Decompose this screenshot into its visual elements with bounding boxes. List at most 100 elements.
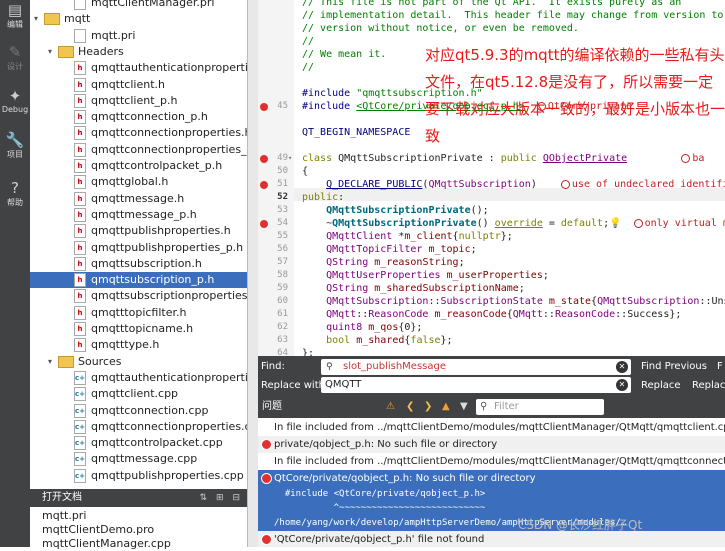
- find-previous-button[interactable]: Find Previous: [641, 361, 707, 372]
- issue-row[interactable]: private/qobject_p.h: No such file or dir…: [258, 436, 725, 453]
- tree-item[interactable]: h qmqtttopicfilter.h: [30, 305, 247, 321]
- expand-arrow-icon[interactable]: ▾: [48, 44, 58, 60]
- replace-button[interactable]: Replace: [641, 380, 681, 391]
- code-line[interactable]: //: [302, 61, 314, 74]
- build-issue-icon[interactable]: ▲: [442, 396, 450, 418]
- tree-item-label: qmqttconnectionproperties.h: [91, 126, 247, 140]
- code-line[interactable]: QMqttSubscriptionPrivate();: [302, 204, 489, 217]
- code-line[interactable]: class QMqttSubscriptionPrivate : public …: [302, 152, 704, 165]
- code-line[interactable]: // This file is not part of the Qt API. …: [302, 0, 681, 9]
- project-tree[interactable]: mqttClientManager.pri ▾ mqtt mqtt.pri ▾ Heade…: [30, 0, 247, 489]
- open-documents-list[interactable]: mqtt.pri mqttClientDemo.pro mqttClientMana…: [30, 507, 247, 550]
- tree-item[interactable]: h qmqttconnection_p.h: [30, 109, 247, 125]
- tree-item[interactable]: c+ qmqttcontrolpacket.cpp: [30, 435, 247, 451]
- next-issue-icon[interactable]: ❯: [424, 396, 432, 418]
- error-marker-icon[interactable]: [260, 181, 268, 189]
- tree-item[interactable]: h qmqtttype.h: [30, 337, 247, 353]
- code-line[interactable]: };: [302, 347, 314, 356]
- code-line[interactable]: QT_BEGIN_NAMESPACE: [302, 126, 410, 139]
- replace-all-button[interactable]: Replac: [692, 380, 725, 391]
- mode-3[interactable]: 🔧 项目: [0, 132, 30, 160]
- tree-item[interactable]: mqtt.pri: [30, 28, 247, 44]
- code-line[interactable]: QString m_sharedSubscriptionName;: [302, 282, 525, 295]
- expand-arrow-icon[interactable]: ▾: [48, 354, 58, 370]
- code-line[interactable]: public:: [302, 191, 344, 204]
- tree-item[interactable]: h qmqttsubscription_p.h: [30, 272, 247, 289]
- tree-item[interactable]: c+ qmqttconnection.cpp: [30, 403, 247, 419]
- warning-filter-icon[interactable]: ⚠: [386, 396, 395, 418]
- tree-item[interactable]: h qmqttmessage_p.h: [30, 207, 247, 223]
- file-icon: h: [74, 207, 86, 222]
- issue-row[interactable]: In file included from ../mqttClientDemo/…: [258, 453, 725, 470]
- code-line[interactable]: // version without notice, or even be re…: [302, 22, 579, 35]
- mode-4[interactable]: ? 帮助: [0, 180, 30, 208]
- fold-arrow-icon[interactable]: ▾: [288, 154, 292, 162]
- clear-find-icon[interactable]: ✕: [616, 361, 628, 373]
- tree-item[interactable]: h qmqttsubscriptionproperties.h: [30, 288, 247, 304]
- issues-list[interactable]: In file included from ../mqttClientDemo/…: [258, 418, 725, 547]
- code-line[interactable]: QMqttSubscription::SubscriptionState m_s…: [302, 295, 725, 308]
- issue-row[interactable]: In file included from ../mqttClientDemo/…: [258, 419, 725, 436]
- tree-item[interactable]: ▾ mqtt: [30, 11, 247, 27]
- tree-item[interactable]: c+ qmqttmessage.cpp: [30, 451, 247, 467]
- tree-item[interactable]: h qmqttconnectionproperties.h: [30, 125, 247, 141]
- tree-item[interactable]: c+ qmqttconnectionproperties.cpp: [30, 419, 247, 435]
- error-marker-icon[interactable]: [260, 220, 268, 228]
- open-documents-controls[interactable]: ⇅ ⊞ ⊟: [200, 489, 243, 507]
- tree-item[interactable]: h qmqtttopicname.h: [30, 321, 247, 337]
- open-document-item[interactable]: mqtt.pri: [30, 508, 259, 523]
- tree-item[interactable]: ▾ Headers: [30, 44, 247, 60]
- tree-item[interactable]: h qmqttclient.h: [30, 77, 247, 93]
- tree-item[interactable]: h qmqttmessage.h: [30, 191, 247, 207]
- issue-row[interactable]: 'QtCore/private/qobject_p.h' file not fo…: [258, 531, 725, 547]
- tree-item[interactable]: h qmqttclient_p.h: [30, 93, 247, 109]
- tree-item[interactable]: h qmqttglobal.h: [30, 174, 247, 190]
- issue-row[interactable]: QtCore/private/qobject_p.h: No such file…: [258, 470, 725, 487]
- code-line[interactable]: QMqttClient *m_client{nullptr};: [302, 230, 513, 243]
- issue-row[interactable]: #include <QtCore/private/qobject_p.h>: [258, 487, 725, 502]
- open-document-item[interactable]: mqttClientManager.cpp: [30, 536, 259, 551]
- code-line[interactable]: QMqttTopicFilter m_topic;: [302, 243, 477, 256]
- code-line[interactable]: QMqtt::ReasonCode m_reasonCode{QMqtt::Re…: [302, 308, 681, 321]
- line-number: 50: [277, 166, 288, 176]
- issue-row[interactable]: ^~~~~~~~~~~~~~~~~~~~~~~~~~~~: [258, 502, 725, 515]
- tree-item[interactable]: h qmqttcontrolpacket_p.h: [30, 158, 247, 174]
- error-marker-icon[interactable]: [260, 155, 268, 163]
- tree-item[interactable]: h qmqttauthenticationproperties.h: [30, 60, 247, 76]
- tree-item[interactable]: h qmqttsubscription.h: [30, 256, 247, 272]
- tree-item[interactable]: c+ qmqttpublishproperties.cpp: [30, 468, 247, 484]
- mode-2[interactable]: ✦ Debug: [0, 88, 30, 115]
- mode-1[interactable]: ✎ 设计: [0, 44, 30, 72]
- issue-row[interactable]: /home/yang/work/develop/ampHttpServerDem…: [258, 515, 725, 531]
- tree-item[interactable]: h qmqttpublishproperties_p.h: [30, 240, 247, 256]
- file-icon: h: [74, 61, 86, 76]
- tree-item[interactable]: h qmqttconnectionproperties_p.h: [30, 142, 247, 158]
- code-line[interactable]: // We mean it.: [302, 48, 386, 61]
- find-input[interactable]: ⚲ slot_publishMessage ✕: [321, 359, 631, 375]
- issues-filter-input[interactable]: ⚲ Filter: [476, 399, 604, 415]
- code-line[interactable]: //: [302, 35, 314, 48]
- code-line[interactable]: {: [302, 165, 308, 178]
- filter-icon[interactable]: ▼: [460, 396, 468, 418]
- code-line[interactable]: Q_DECLARE_PUBLIC(QMqttSubscription) use …: [302, 178, 725, 191]
- code-line[interactable]: QMqttUserProperties m_userProperties;: [302, 269, 549, 282]
- code-line[interactable]: bool m_shared{false};: [302, 334, 452, 347]
- prev-issue-icon[interactable]: ❮: [406, 396, 414, 418]
- code-line[interactable]: QString m_reasonString;: [302, 256, 465, 269]
- tree-item-label: mqttClientManager.pri: [91, 0, 215, 9]
- tree-item[interactable]: ▾ Sources: [30, 354, 247, 370]
- tree-item[interactable]: c+ qmqttclient.cpp: [30, 386, 247, 402]
- replace-input[interactable]: QMQTT ✕: [321, 377, 631, 393]
- open-document-item[interactable]: mqttClientDemo.pro: [30, 522, 259, 537]
- error-marker-icon[interactable]: [260, 103, 268, 111]
- tree-item[interactable]: c+ qmqttauthenticationproperties.cpp: [30, 370, 247, 386]
- clear-replace-icon[interactable]: ✕: [616, 379, 628, 391]
- tree-item[interactable]: mqttClientManager.pri: [30, 0, 247, 11]
- tree-item[interactable]: h qmqttpublishproperties.h: [30, 223, 247, 239]
- mode-0[interactable]: ▤ 编辑: [0, 2, 30, 30]
- code-line[interactable]: // implementation detail. This header fi…: [302, 9, 723, 22]
- find-next-button[interactable]: F: [717, 361, 723, 372]
- code-line[interactable]: quint8 m_qos{0};: [302, 321, 422, 334]
- code-line[interactable]: ~QMqttSubscriptionPrivate() override = d…: [302, 217, 725, 230]
- expand-arrow-icon[interactable]: ▾: [34, 11, 44, 27]
